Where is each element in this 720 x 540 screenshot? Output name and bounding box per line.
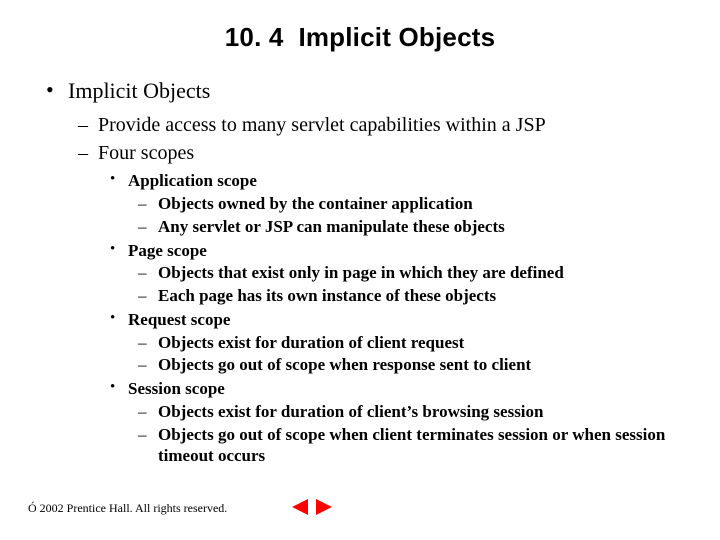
copyright-symbol: Ó (28, 501, 37, 515)
bullet-l4: Objects owned by the container applicati… (128, 193, 680, 215)
bullet-text: Objects owned by the container applicati… (158, 194, 473, 213)
bullet-text: Any servlet or JSP can manipulate these … (158, 217, 505, 236)
bullet-l3: Session scope Objects exist for duration… (98, 378, 680, 467)
bullet-l4: Objects exist for duration of client’s b… (128, 401, 680, 423)
bullet-text: Objects that exist only in page in which… (158, 263, 564, 282)
bullet-text: Provide access to many servlet capabilit… (98, 114, 546, 136)
bullet-text: Session scope (128, 379, 225, 398)
bullet-l4: Each page has its own instance of these … (128, 285, 680, 307)
slide-body: Implicit Objects Provide access to many … (0, 53, 720, 467)
slide-title: 10. 4 Implicit Objects (0, 0, 720, 53)
bullet-text: Each page has its own instance of these … (158, 286, 496, 305)
bullet-l3: Application scope Objects owned by the c… (98, 170, 680, 237)
bullet-l3: Request scope Objects exist for duration… (98, 309, 680, 376)
bullet-l2: Provide access to many servlet capabilit… (68, 113, 680, 139)
slide: 10. 4 Implicit Objects Implicit Objects … (0, 0, 720, 540)
bullet-l4: Objects go out of scope when response se… (128, 354, 680, 376)
bullet-l4: Objects exist for duration of client req… (128, 332, 680, 354)
bullet-l4: Any servlet or JSP can manipulate these … (128, 216, 680, 238)
bullet-text: Objects exist for duration of client req… (158, 333, 464, 352)
bullet-l1: Implicit Objects Provide access to many … (40, 77, 680, 467)
bullet-l4: Objects go out of scope when client term… (128, 424, 680, 468)
bullet-text: Objects go out of scope when response se… (158, 355, 531, 374)
title-number: 10. 4 (225, 22, 284, 52)
copyright-footer: Ó 2002 Prentice Hall. All rights reserve… (28, 501, 227, 516)
copyright-text: 2002 Prentice Hall. All rights reserved. (40, 501, 228, 515)
prev-icon[interactable] (290, 504, 314, 521)
bullet-text: Objects go out of scope when client term… (158, 425, 665, 466)
bullet-text: Four scopes (98, 142, 194, 164)
bullet-text: Page scope (128, 241, 207, 260)
bullet-l2: Four scopes Application scope Objects ow… (68, 141, 680, 467)
bullet-text: Implicit Objects (68, 78, 210, 103)
nav-controls (290, 497, 334, 522)
bullet-l4: Objects that exist only in page in which… (128, 262, 680, 284)
bullet-l3: Page scope Objects that exist only in pa… (98, 240, 680, 307)
next-icon[interactable] (314, 504, 334, 521)
bullet-text: Request scope (128, 310, 230, 329)
title-text: Implicit Objects (298, 22, 495, 52)
bullet-text: Application scope (128, 171, 257, 190)
bullet-text: Objects exist for duration of client’s b… (158, 402, 544, 421)
